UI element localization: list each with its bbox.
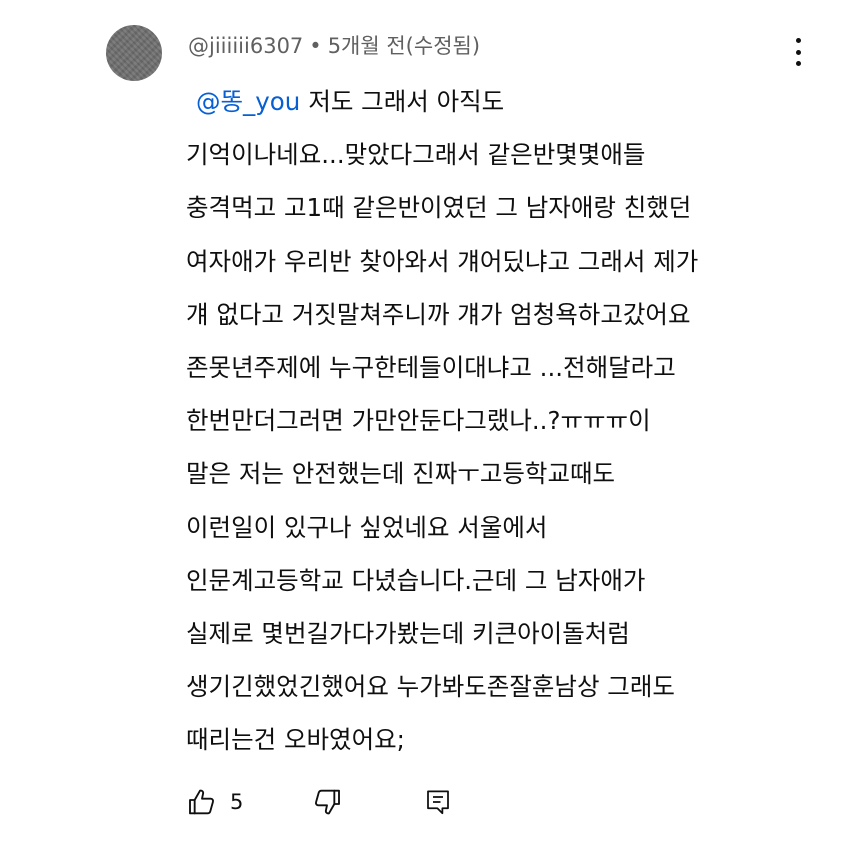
comment-first-line: @똥_you 저도 그래서 아직도 [186,75,806,128]
comment-text-line: 충격먹고 고1때 같은반이였던 그 남자애랑 친했던 [186,193,692,223]
reply-button[interactable] [423,786,453,818]
reply-comment-icon [423,786,453,818]
comment-text-line: 여자애가 우리반 찾아와서 걔어딨냐고 그래서 제가 [186,246,699,276]
more-vert-icon-dot [795,49,801,55]
comment-text-line: 저도 그래서 아직도 [308,87,505,116]
comment-body: @똥_you 저도 그래서 아직도 기억이나네요...맞았다그래서 같은반몇몇애들… [186,75,806,766]
comment-text-line: 생기긴했었긴했어요 누가봐도존잘훈남상 그래도 [186,672,675,702]
comment-text-line: 걔 없다고 거짓말쳐주니까 걔가 엄청욕하고갔어요 [186,299,691,329]
comment-text-line: 말은 저는 안전했는데 진짜ㅜ고등학교때도 [186,459,616,489]
comment-text-line: 한번만더그러면 가만안둔다그랬나..?ㅠㅠㅠ이 [186,406,651,436]
comment-text-line: 때리는건 오바였어요; [186,725,405,755]
comment-meta: @jiiiiii6307 • 5개월 전(수정됨) [188,31,480,61]
more-vert-icon-dot [795,61,801,66]
comment-avatar[interactable] [106,25,162,81]
comment-text-line: 이런일이 있구나 싶었네요 서울에서 [186,512,548,542]
comment-actions: 5 [186,782,453,822]
comment-text-line: 인문계고등학교 다녔습니다.근데 그 남자애가 [186,565,646,595]
more-vert-icon-dot [795,38,801,43]
comment-text-line: 실제로 몇번길가다가봤는데 키큰아이돌처럼 [186,618,630,648]
comment-author[interactable]: @jiiiiii6307 [188,34,303,58]
more-options-button[interactable] [783,34,813,70]
like-count: 5 [230,790,244,814]
thumb-up-icon [186,786,218,818]
comment-text-line: 기억이나네요...맞았다그래서 같은반몇몇애들 [186,140,646,170]
like-button[interactable]: 5 [186,786,243,818]
dislike-button[interactable] [311,786,343,818]
thumb-down-icon [311,786,343,818]
meta-separator: • [309,34,322,58]
mention-link[interactable]: @똥_you [196,87,300,116]
comment-time: 5개월 전(수정됨) [327,34,481,58]
comment-text-line: 존못년주제에 누구한테들이대냐고 ...전해달라고 [186,352,676,382]
